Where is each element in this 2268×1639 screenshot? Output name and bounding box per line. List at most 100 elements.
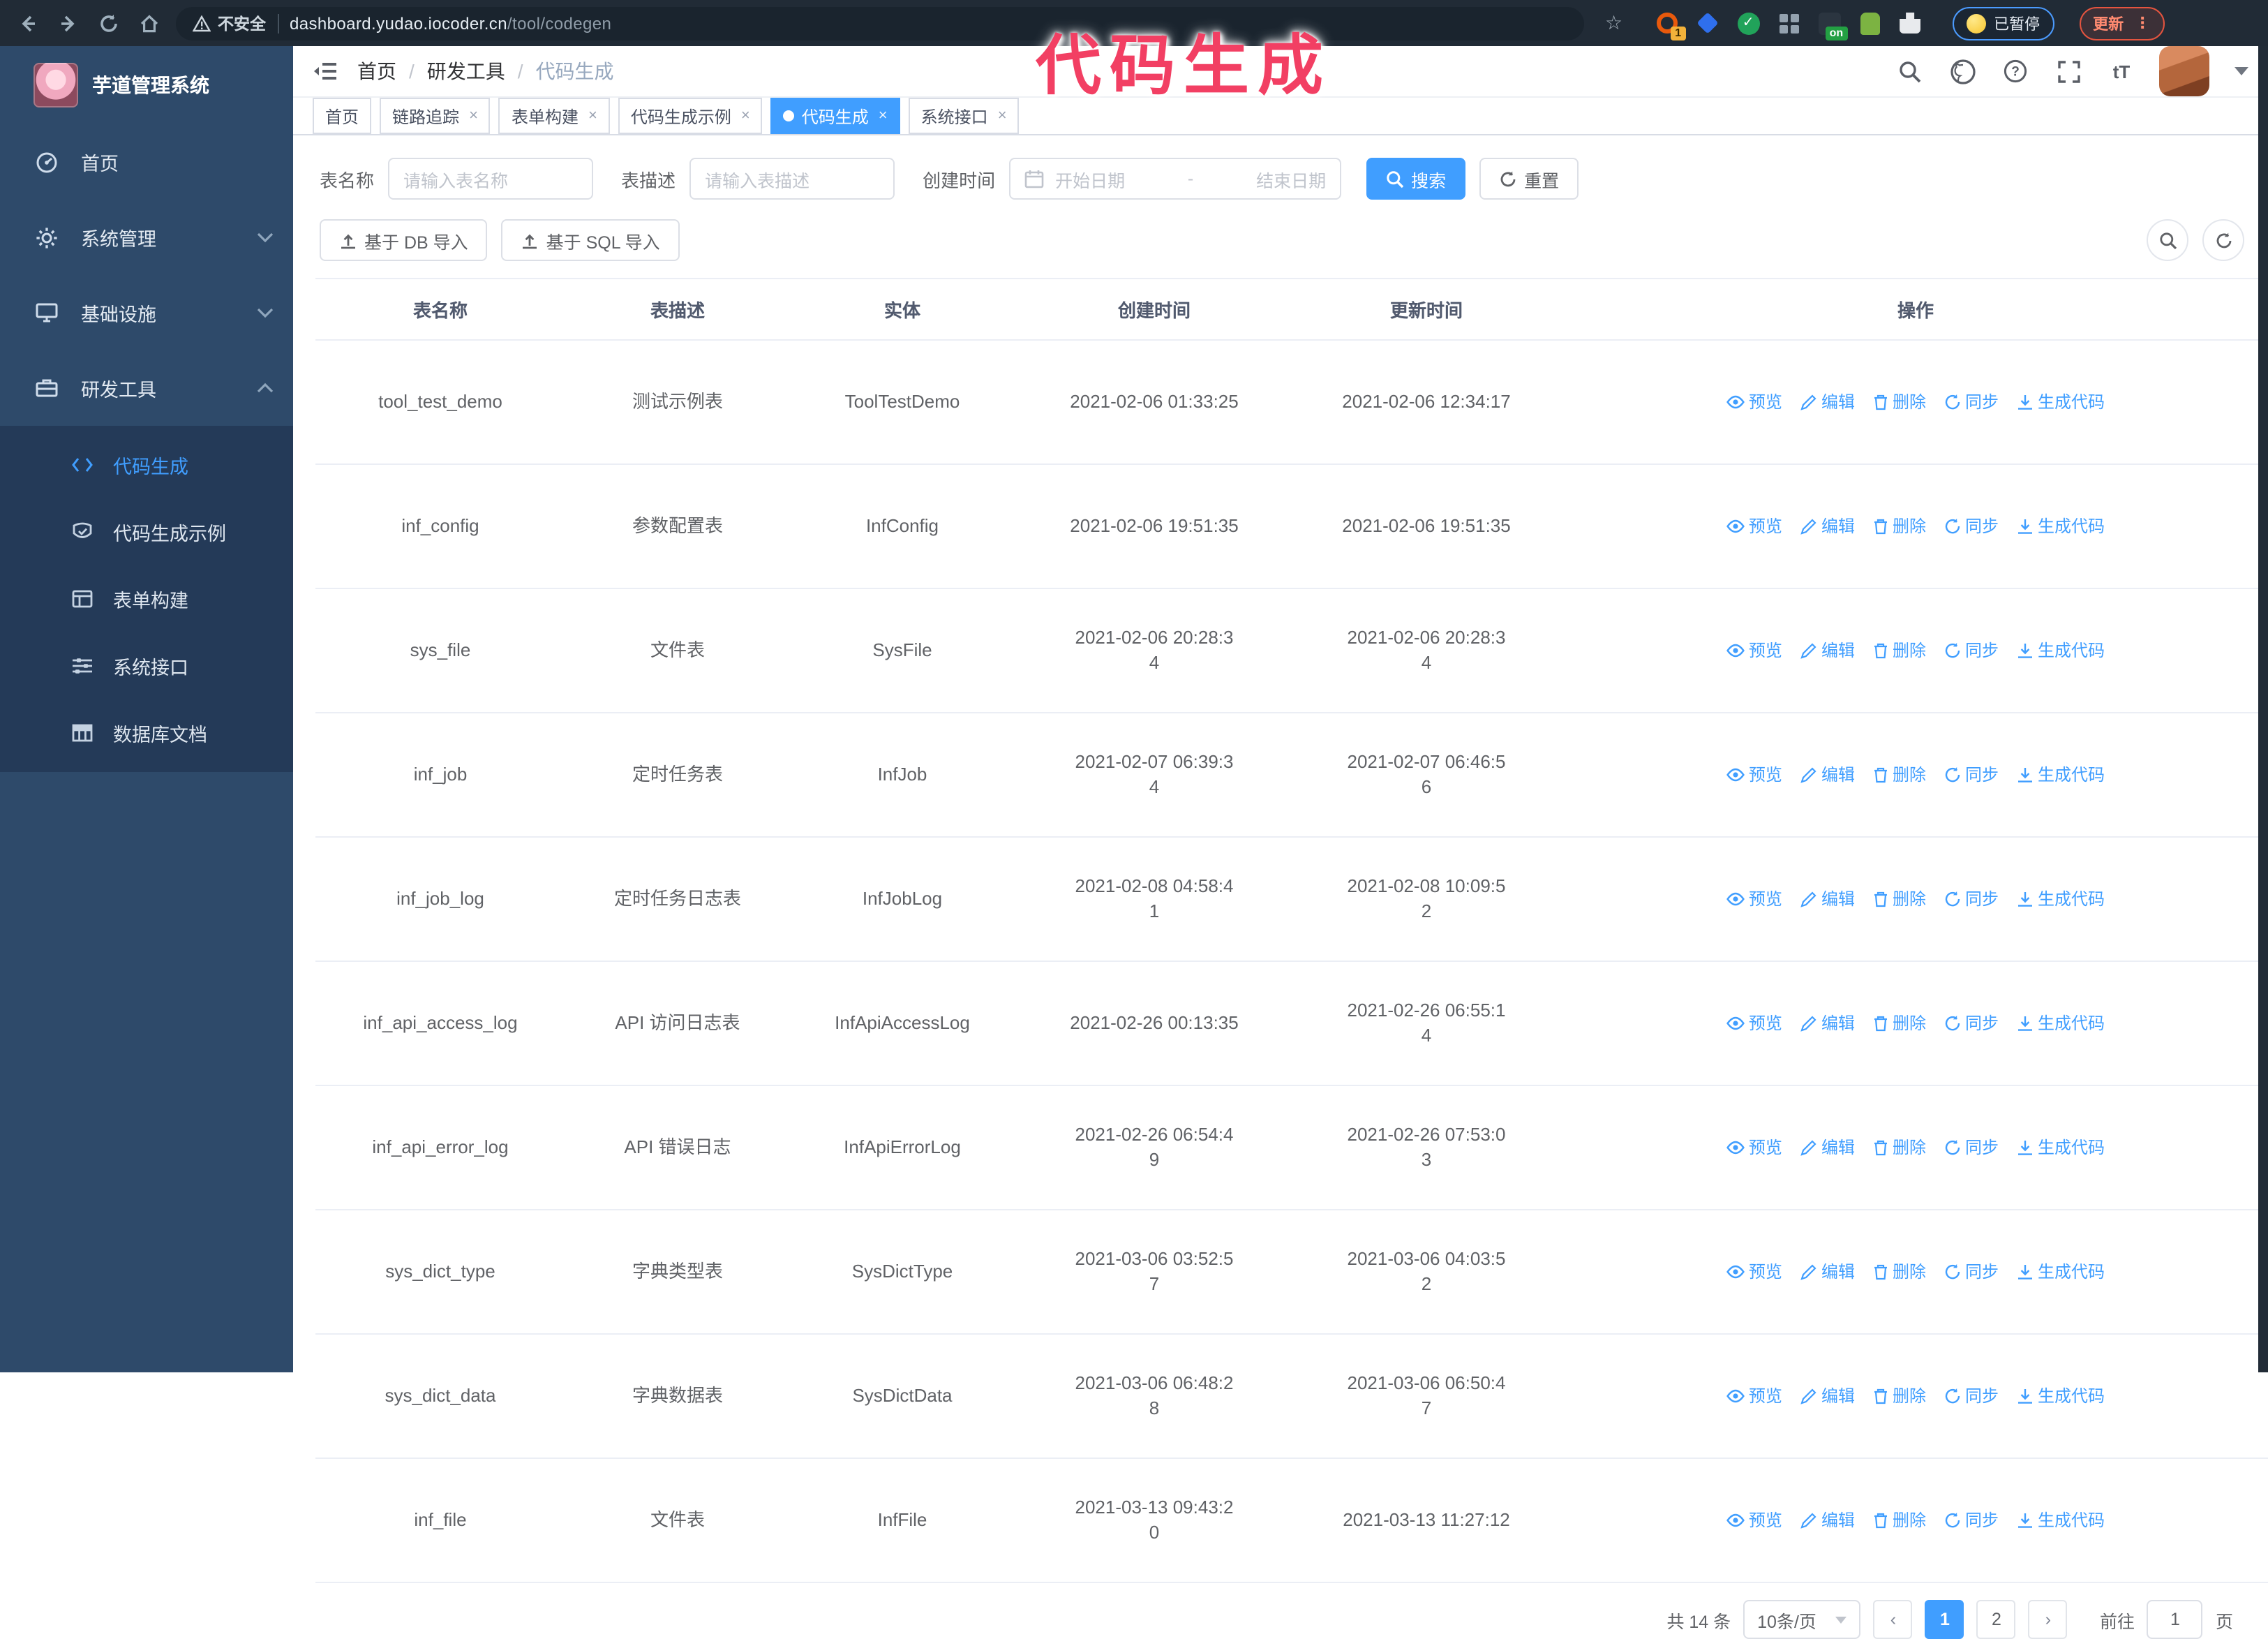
- back-icon[interactable]: [14, 9, 42, 37]
- goto-page-input[interactable]: 1: [2147, 1600, 2203, 1639]
- sidebar-item-db-doc[interactable]: 数据库文档: [0, 699, 293, 766]
- extension-icon-grid[interactable]: [1776, 10, 1801, 36]
- preview-link[interactable]: 预览: [1726, 887, 1782, 912]
- extension-icon-orange[interactable]: 1: [1655, 10, 1686, 40]
- import-sql-button[interactable]: 基于 SQL 导入: [501, 219, 680, 261]
- tab-home[interactable]: 首页: [313, 98, 372, 134]
- security-warning[interactable]: 不安全: [193, 12, 266, 34]
- extension-icon-gem[interactable]: [1695, 10, 1720, 36]
- breadcrumb-dev-tools[interactable]: 研发工具: [427, 57, 505, 85]
- generate-code-link[interactable]: 生成代码: [2017, 638, 2105, 663]
- hamburger-icon[interactable]: [313, 60, 338, 82]
- sync-link[interactable]: 同步: [1944, 762, 1999, 787]
- search-icon[interactable]: [1894, 56, 1925, 87]
- delete-link[interactable]: 删除: [1873, 1135, 1926, 1160]
- delete-link[interactable]: 删除: [1873, 1011, 1926, 1036]
- delete-link[interactable]: 删除: [1873, 887, 1926, 912]
- url-text[interactable]: dashboard.yudao.iocoder.cn/tool/codegen: [290, 13, 611, 33]
- generate-code-link[interactable]: 生成代码: [2017, 762, 2105, 787]
- sync-link[interactable]: 同步: [1944, 887, 1999, 912]
- edit-link[interactable]: 编辑: [1800, 1259, 1855, 1284]
- app-logo[interactable]: 芋道管理系统: [0, 46, 293, 124]
- breadcrumb-home[interactable]: 首页: [357, 57, 396, 85]
- date-range-input[interactable]: 开始日期 - 结束日期: [1009, 158, 1342, 200]
- sync-link[interactable]: 同步: [1944, 514, 1999, 539]
- preview-link[interactable]: 预览: [1726, 1384, 1782, 1409]
- extension-icon-dark-on[interactable]: on: [1816, 10, 1848, 40]
- tab-form-builder[interactable]: 表单构建 ×: [498, 98, 610, 134]
- avatar-caret-icon[interactable]: [2235, 67, 2248, 75]
- sync-link[interactable]: 同步: [1944, 1135, 1999, 1160]
- close-icon[interactable]: ×: [879, 107, 888, 124]
- edit-link[interactable]: 编辑: [1800, 1011, 1855, 1036]
- edit-link[interactable]: 编辑: [1800, 762, 1855, 787]
- reload-icon[interactable]: [95, 9, 123, 37]
- font-size-icon[interactable]: tT: [2106, 56, 2137, 87]
- generate-code-link[interactable]: 生成代码: [2017, 887, 2105, 912]
- update-button[interactable]: 更新 ⋮: [2079, 6, 2165, 40]
- edit-link[interactable]: 编辑: [1800, 390, 1855, 415]
- sidebar-item-home[interactable]: 首页: [0, 124, 293, 200]
- delete-link[interactable]: 删除: [1873, 1384, 1926, 1409]
- paused-badge[interactable]: 已暂停: [1952, 6, 2054, 40]
- window-scrollbar[interactable]: [2258, 46, 2268, 1372]
- edit-link[interactable]: 编辑: [1800, 887, 1855, 912]
- close-icon[interactable]: ×: [469, 107, 478, 124]
- delete-link[interactable]: 删除: [1873, 638, 1926, 663]
- edit-link[interactable]: 编辑: [1800, 638, 1855, 663]
- preview-link[interactable]: 预览: [1726, 514, 1782, 539]
- kebab-menu-icon[interactable]: ⋮: [2135, 14, 2150, 32]
- extension-icon-green-robot[interactable]: [1857, 10, 1882, 36]
- preview-link[interactable]: 预览: [1726, 1135, 1782, 1160]
- bookmark-star-icon[interactable]: ☆: [1605, 11, 1622, 35]
- sidebar-item-infrastructure[interactable]: 基础设施: [0, 275, 293, 350]
- reset-button[interactable]: 重置: [1479, 158, 1579, 200]
- page-size-select[interactable]: 10条/页: [1743, 1600, 1861, 1639]
- generate-code-link[interactable]: 生成代码: [2017, 1135, 2105, 1160]
- page-button-1[interactable]: 1: [1925, 1600, 1964, 1639]
- preview-link[interactable]: 预览: [1726, 638, 1782, 663]
- tab-codegen-example[interactable]: 代码生成示例 ×: [618, 98, 763, 134]
- tab-codegen[interactable]: 代码生成 ×: [770, 98, 900, 134]
- preview-link[interactable]: 预览: [1726, 1259, 1782, 1284]
- delete-link[interactable]: 删除: [1873, 1259, 1926, 1284]
- fullscreen-icon[interactable]: [2053, 56, 2084, 87]
- sync-link[interactable]: 同步: [1944, 1259, 1999, 1284]
- sidebar-item-form-builder[interactable]: 表单构建: [0, 565, 293, 632]
- address-bar[interactable]: 不安全 dashboard.yudao.iocoder.cn/tool/code…: [176, 6, 1584, 40]
- delete-link[interactable]: 删除: [1873, 1508, 1926, 1533]
- preview-link[interactable]: 预览: [1726, 762, 1782, 787]
- preview-link[interactable]: 预览: [1726, 390, 1782, 415]
- edit-link[interactable]: 编辑: [1800, 1135, 1855, 1160]
- forward-icon[interactable]: [54, 9, 82, 37]
- sync-link[interactable]: 同步: [1944, 638, 1999, 663]
- avatar[interactable]: [2159, 46, 2209, 96]
- toggle-search-button[interactable]: [2147, 219, 2188, 261]
- sidebar-item-codegen-example[interactable]: 代码生成示例: [0, 498, 293, 565]
- refresh-table-button[interactable]: [2202, 219, 2244, 261]
- sidebar-item-system[interactable]: 系统管理: [0, 200, 293, 275]
- edit-link[interactable]: 编辑: [1800, 1384, 1855, 1409]
- page-button-2[interactable]: 2: [1976, 1600, 2016, 1639]
- preview-link[interactable]: 预览: [1726, 1508, 1782, 1533]
- generate-code-link[interactable]: 生成代码: [2017, 1508, 2105, 1533]
- extension-icon-puzzle[interactable]: [1897, 10, 1923, 36]
- generate-code-link[interactable]: 生成代码: [2017, 1011, 2105, 1036]
- prev-page-button[interactable]: ‹: [1873, 1600, 1913, 1639]
- sidebar-item-codegen[interactable]: 代码生成: [0, 431, 293, 498]
- preview-link[interactable]: 预览: [1726, 1011, 1782, 1036]
- delete-link[interactable]: 删除: [1873, 762, 1926, 787]
- sidebar-item-dev-tools[interactable]: 研发工具: [0, 350, 293, 426]
- sync-link[interactable]: 同步: [1944, 1011, 1999, 1036]
- table-name-input[interactable]: 请输入表名称: [388, 158, 594, 200]
- sidebar-item-system-api[interactable]: 系统接口: [0, 632, 293, 699]
- generate-code-link[interactable]: 生成代码: [2017, 1259, 2105, 1284]
- help-icon[interactable]: ?: [2000, 56, 2031, 87]
- edit-link[interactable]: 编辑: [1800, 1508, 1855, 1533]
- next-page-button[interactable]: ›: [2028, 1600, 2068, 1639]
- close-icon[interactable]: ×: [588, 107, 597, 124]
- tab-system-api[interactable]: 系统接口 ×: [908, 98, 1020, 134]
- delete-link[interactable]: 删除: [1873, 514, 1926, 539]
- close-icon[interactable]: ×: [998, 107, 1007, 124]
- home-icon[interactable]: [135, 9, 163, 37]
